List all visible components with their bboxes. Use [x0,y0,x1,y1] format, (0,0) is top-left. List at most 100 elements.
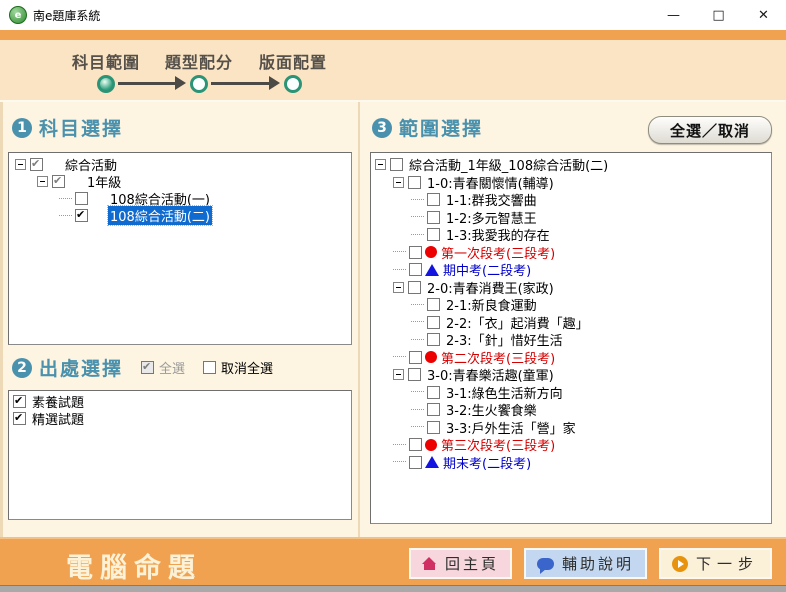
tree-connector [393,444,406,446]
tree-row[interactable]: 2-0:青春消費王(家政) [371,279,771,297]
tree-item-label: 綜合活動_1年級_108綜合活動(二) [407,155,610,174]
tree-row[interactable]: 1-1:群我交響曲 [371,191,771,209]
expand-collapse-icon[interactable] [393,177,404,188]
select-toggle-button[interactable]: 全選／取消 [648,116,772,144]
tree-item-label: 2-2:「衣」起消費「趣」 [444,313,591,332]
checkbox[interactable] [75,192,88,205]
tree-row[interactable]: 2-3:「針」惜好生活 [371,331,771,349]
close-button[interactable]: ✕ [741,0,786,30]
tree-item-label: 2-0:青春消費王(家政) [425,278,556,297]
checkbox[interactable] [427,316,440,329]
tree-item-label: 108綜合活動(二) [108,206,212,225]
help-button[interactable]: 輔助說明 [524,548,647,579]
expand-collapse-icon[interactable] [393,282,404,293]
tree-row[interactable]: 2-1:新良食運動 [371,296,771,314]
tree-row[interactable]: 第一次段考(三段考) [371,244,771,262]
step-label: 版面配置 [259,49,327,73]
checkbox[interactable] [409,456,422,469]
window-title: 南e題庫系統 [33,7,100,24]
accent-strip [0,30,786,40]
checkbox[interactable] [427,333,440,346]
tree-row[interactable]: 期中考(二段考) [371,261,771,279]
step-arrow-head [269,76,280,90]
tree-connector [393,356,406,358]
exam-red-circle-icon [425,351,437,363]
checkbox[interactable] [13,395,26,408]
tree-item-label: 2-1:新良食運動 [444,295,539,314]
expand-collapse-icon[interactable] [15,159,26,170]
tree-item-label: 3-3:戶外生活「營」家 [444,418,578,437]
tree-connector [393,269,406,271]
tree-connector [411,426,424,428]
checkbox[interactable] [75,209,88,222]
checkbox[interactable] [409,263,422,276]
stepper: 科目範圍題型配分版面配置 [0,40,786,100]
range-section-header: 3 範圍選擇 [372,114,483,141]
exam-blue-triangle-icon [425,264,439,276]
checkbox[interactable] [408,176,421,189]
checkbox[interactable] [203,361,216,374]
brand-title: 電腦命題 [66,546,202,585]
subject-tree[interactable]: 綜合活動1年級108綜合活動(一)108綜合活動(二) [8,152,352,345]
section-title: 科目選擇 [39,114,123,141]
tree-row[interactable]: 期末考(二段考) [371,454,771,472]
minimize-button[interactable]: — [651,0,696,30]
tree-row[interactable]: 第三次段考(三段考) [371,436,771,454]
step-label: 題型配分 [165,49,233,73]
tree-row[interactable]: 108綜合活動(一) [9,190,351,207]
select-all-checkbox: 全選 [141,358,185,377]
expand-collapse-icon[interactable] [393,369,404,380]
window-controls: — □ ✕ [651,0,786,30]
tree-connector [411,234,424,236]
checkbox[interactable] [427,228,440,241]
tree-row[interactable]: 3-2:生火饗食樂 [371,401,771,419]
deselect-all-checkbox[interactable]: 取消全選 [203,358,273,377]
checkbox[interactable] [409,351,422,364]
tree-row[interactable]: 綜合活動 [9,156,351,173]
tree-item-label: 期中考(二段考) [441,260,533,279]
checkbox[interactable] [408,281,421,294]
tree-row[interactable]: 1-0:青春關懷情(輔導) [371,174,771,192]
home-button[interactable]: 回主頁 [409,548,512,579]
tree-row[interactable]: 3-3:戶外生活「營」家 [371,419,771,437]
checkbox[interactable] [427,403,440,416]
expand-collapse-icon[interactable] [375,159,386,170]
checkbox[interactable] [427,298,440,311]
checkbox[interactable] [427,421,440,434]
checkbox[interactable] [427,193,440,206]
tree-item-label: 1-3:我愛我的存在 [444,225,552,244]
tree-row[interactable]: 1年級 [9,173,351,190]
checkbox[interactable] [409,438,422,451]
list-item[interactable]: 素養試題 [9,393,351,410]
tree-row[interactable]: 3-0:青春樂活趣(童軍) [371,366,771,384]
tree-row[interactable]: 1-2:多元智慧王 [371,209,771,227]
tree-connector [411,391,424,393]
list-item[interactable]: 精選試題 [9,410,351,427]
checkbox[interactable] [427,386,440,399]
checkbox[interactable] [427,211,440,224]
maximize-button[interactable]: □ [696,0,741,30]
expand-collapse-icon[interactable] [37,176,48,187]
source-list[interactable]: 素養試題精選試題 [8,390,352,520]
checkbox[interactable] [390,158,403,171]
step-arrow-head [175,76,186,90]
tree-row[interactable]: 第二次段考(三段考) [371,349,771,367]
tree-connector [411,409,424,411]
section-number-badge: 3 [372,118,392,138]
tree-item-label: 2-3:「針」惜好生活 [444,330,565,349]
next-button[interactable]: 下一步 [659,548,772,579]
checkbox[interactable] [52,175,65,188]
checkbox[interactable] [13,412,26,425]
tree-row[interactable]: 2-2:「衣」起消費「趣」 [371,314,771,332]
deselect-all-label: 取消全選 [221,358,273,377]
tree-connector [393,251,406,253]
tree-row[interactable]: 綜合活動_1年級_108綜合活動(二) [371,156,771,174]
range-tree[interactable]: 綜合活動_1年級_108綜合活動(二)1-0:青春關懷情(輔導)1-1:群我交響… [370,152,772,524]
tree-row[interactable]: 1-3:我愛我的存在 [371,226,771,244]
checkbox[interactable] [409,246,422,259]
checkbox[interactable] [408,368,421,381]
tree-row[interactable]: 108綜合活動(二) [9,207,351,224]
tree-connector [393,461,406,463]
checkbox[interactable] [30,158,43,171]
tree-row[interactable]: 3-1:綠色生活新方向 [371,384,771,402]
